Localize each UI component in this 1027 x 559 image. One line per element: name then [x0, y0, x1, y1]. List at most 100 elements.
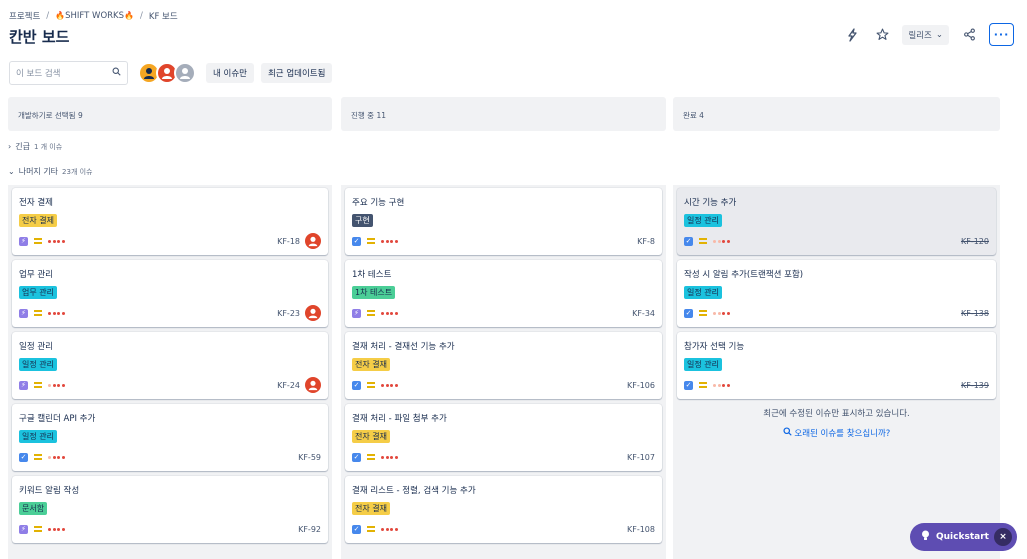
swimlane-name: 나머지 기타: [18, 167, 59, 176]
epic-icon: ⚡: [19, 524, 28, 534]
recently-updated-filter-button[interactable]: 최근 업데이트됨: [260, 63, 333, 83]
avatar[interactable]: [174, 62, 196, 84]
lightning-icon[interactable]: [842, 25, 862, 45]
priority-dot: [726, 383, 730, 387]
issue-key[interactable]: KF-18: [277, 237, 300, 246]
issue-card[interactable]: 업무 관리 업무 관리 ⚡ KF-23: [12, 260, 328, 327]
assignee-avatar[interactable]: [305, 377, 321, 393]
issue-card[interactable]: 작성 시 알림 추가(트랜잭션 포함) 일정 관리 ✓ KF-138: [677, 260, 996, 327]
issue-key[interactable]: KF-24: [277, 381, 300, 390]
assignee-avatar[interactable]: [305, 305, 321, 321]
priority-dot: [57, 383, 60, 387]
priority-dot: [390, 311, 393, 315]
column-in-progress: 주요 기능 구현 구현 ✓ KF-8 1차 테스트 1차 테스트 ⚡ KF-34 결재 처리 -…: [341, 185, 666, 559]
board-actions: 릴리즈 ⌄ ···: [842, 23, 1014, 46]
task-checkbox-icon: ✓: [19, 452, 28, 462]
issue-card[interactable]: 키워드 알림 작성 문서함 ⚡ KF-92: [12, 476, 328, 543]
card-title: 결재 리스트 - 정렬, 검색 기능 추가: [352, 486, 476, 496]
story-point-dots: [713, 383, 730, 387]
chevron-down-icon: ⌄: [935, 29, 943, 40]
priority-medium-icon: [699, 238, 707, 244]
breadcrumb-separator: /: [140, 11, 143, 21]
old-issues-link[interactable]: 오래된 이슈를 찾으십니까?: [673, 427, 1000, 439]
breadcrumb-item-board[interactable]: KF 보드: [149, 10, 178, 22]
issue-key[interactable]: KF-120: [961, 237, 989, 246]
priority-dot: [381, 455, 384, 459]
assignee-avatar[interactable]: [305, 233, 321, 249]
priority-dot: [61, 455, 65, 459]
story-point-dots: [381, 239, 398, 243]
breadcrumb-item-project[interactable]: 🔥SHIFT WORKS🔥: [55, 11, 134, 21]
story-point-dots: [381, 383, 398, 387]
card-title: 일정 관리: [19, 342, 53, 352]
task-checkbox-icon: ✓: [352, 452, 361, 462]
my-issues-filter-button[interactable]: 내 이슈만: [206, 63, 254, 83]
issue-card[interactable]: 일정 관리 일정 관리 ⚡ KF-24: [12, 332, 328, 399]
issue-card[interactable]: 결재 리스트 - 정렬, 검색 기능 추가 전자 결재 ✓ KF-108: [345, 476, 662, 543]
search-icon: [112, 67, 121, 79]
breadcrumb-item-projects[interactable]: 프로젝트: [9, 10, 40, 22]
priority-dot: [381, 239, 384, 243]
priority-dot: [57, 311, 60, 315]
issue-card[interactable]: 전자 결제 전자 결제 ⚡ KF-18: [12, 188, 328, 255]
priority-medium-icon: [699, 310, 707, 316]
priority-dot: [48, 311, 51, 315]
column-header-done: 완료 4: [673, 97, 1000, 131]
issue-key[interactable]: KF-59: [298, 453, 321, 462]
epic-tag: 일정 관리: [684, 358, 722, 371]
priority-dot: [713, 311, 716, 315]
priority-dot: [61, 383, 65, 387]
card-title: 구글 캘린더 API 추가: [19, 414, 96, 424]
card-title: 업무 관리: [19, 270, 53, 280]
issue-card[interactable]: 구글 캘린더 API 추가 일정 관리 ✓ KF-59: [12, 404, 328, 471]
issue-key[interactable]: KF-23: [277, 309, 300, 318]
epic-icon: ⚡: [19, 380, 28, 390]
release-dropdown[interactable]: 릴리즈 ⌄: [902, 24, 949, 45]
story-point-dots: [48, 455, 65, 459]
issue-key[interactable]: KF-92: [298, 525, 321, 534]
issue-key[interactable]: KF-107: [627, 453, 655, 462]
priority-dot: [390, 455, 393, 459]
issue-key[interactable]: KF-8: [637, 237, 655, 246]
priority-dot: [722, 311, 725, 315]
issue-card[interactable]: 참가자 선택 기능 일정 관리 ✓ KF-139: [677, 332, 996, 399]
star-icon[interactable]: [872, 25, 892, 45]
priority-dot: [52, 311, 56, 315]
issue-key[interactable]: KF-106: [627, 381, 655, 390]
story-point-dots: [381, 455, 398, 459]
more-actions-button[interactable]: ···: [989, 23, 1014, 46]
priority-dot: [394, 455, 398, 459]
card-footer: ⚡ KF-92: [19, 522, 321, 536]
share-icon[interactable]: [959, 25, 979, 45]
priority-dot: [385, 239, 389, 243]
priority-dot: [713, 239, 716, 243]
issue-key[interactable]: KF-34: [632, 309, 655, 318]
priority-dot: [48, 383, 51, 387]
issue-key[interactable]: KF-139: [961, 381, 989, 390]
swimlane-urgent[interactable]: › 긴급 1 개 이슈: [8, 141, 62, 152]
close-icon[interactable]: ×: [994, 528, 1012, 546]
story-point-dots: [48, 311, 65, 315]
priority-medium-icon: [367, 526, 375, 532]
issue-key[interactable]: KF-108: [627, 525, 655, 534]
priority-dot: [722, 383, 725, 387]
issue-key[interactable]: KF-138: [961, 309, 989, 318]
epic-tag: 전자 결제: [19, 214, 57, 227]
issue-card[interactable]: 시간 기능 추가 일정 관리 ✓ KF-120: [677, 188, 996, 255]
priority-dot: [385, 455, 389, 459]
task-checkbox-icon: ✓: [352, 524, 361, 534]
swimlane-others[interactable]: ⌄ 나머지 기타 23개 이슈: [8, 166, 93, 177]
priority-dot: [394, 383, 398, 387]
page-title: 칸반 보드: [9, 28, 70, 46]
epic-tag: 일정 관리: [684, 214, 722, 227]
board-search-input[interactable]: 이 보드 검색: [9, 61, 128, 85]
column-selected: 전자 결제 전자 결제 ⚡ KF-18 업무 관리 업무 관리 ⚡ KF-23 일정 관리 일정 …: [8, 185, 332, 559]
issue-card[interactable]: 1차 테스트 1차 테스트 ⚡ KF-34: [345, 260, 662, 327]
priority-dot: [61, 239, 65, 243]
issue-card[interactable]: 결재 처리 - 결재선 기능 추가 전자 결재 ✓ KF-106: [345, 332, 662, 399]
quickstart-button[interactable]: Quickstart ×: [910, 523, 1017, 551]
issue-card[interactable]: 주요 기능 구현 구현 ✓ KF-8: [345, 188, 662, 255]
chevron-down-icon: ⌄: [8, 167, 15, 176]
epic-tag: 1차 테스트: [352, 286, 396, 299]
issue-card[interactable]: 결재 처리 - 파일 첨부 추가 전자 결재 ✓ KF-107: [345, 404, 662, 471]
